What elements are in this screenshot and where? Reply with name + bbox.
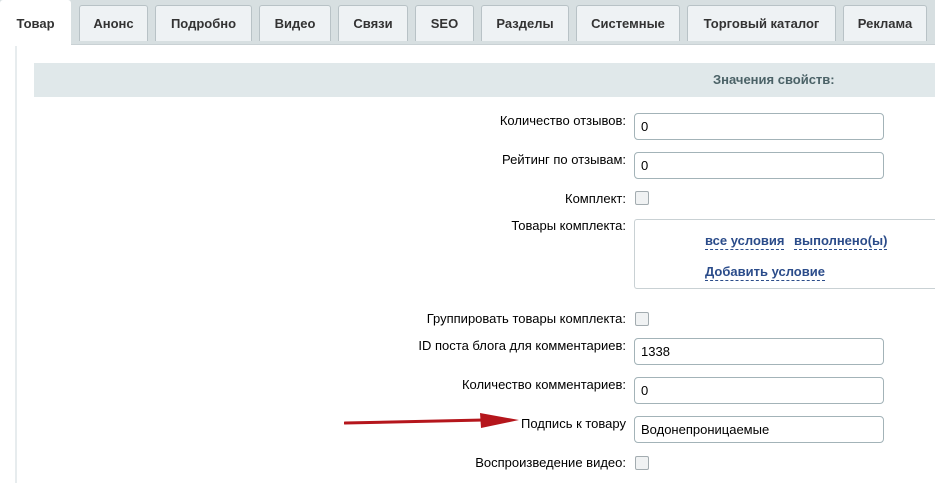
tab-label: Связи <box>353 16 393 31</box>
tab-product[interactable]: Товар <box>0 0 71 46</box>
blog-post-id-label: ID поста блога для комментариев: <box>418 338 626 353</box>
reviews-rating-input[interactable] <box>634 152 884 179</box>
tab-label: Видео <box>274 16 316 31</box>
all-conditions-link[interactable]: все условия <box>705 233 785 250</box>
tab-label: Системные <box>591 16 665 31</box>
set-checkbox[interactable] <box>635 191 649 205</box>
tab-bar: Товар Анонс Подробно Видео Связи SEO Раз… <box>0 0 935 46</box>
tab-system[interactable]: Системные <box>576 5 680 41</box>
video-autoplay-checkbox[interactable] <box>635 456 649 470</box>
tab-label: Товар <box>16 16 55 31</box>
product-caption-input[interactable] <box>634 416 884 443</box>
section-title: Значения свойств: <box>713 72 835 87</box>
tab-label: Анонс <box>93 16 134 31</box>
section-header: Значения свойств: <box>34 63 935 97</box>
set-products-label: Товары комплекта: <box>511 218 626 233</box>
fulfilled-link[interactable]: выполнено(ы) <box>794 233 888 250</box>
tab-advertising[interactable]: Реклама <box>843 5 927 41</box>
comments-count-input[interactable] <box>634 377 884 404</box>
reviews-rating-label: Рейтинг по отзывам: <box>502 152 626 167</box>
tab-details[interactable]: Подробно <box>155 5 252 41</box>
tab-label: Торговый каталог <box>703 16 820 31</box>
blog-post-id-input[interactable] <box>634 338 884 365</box>
tab-announce[interactable]: Анонс <box>79 5 148 41</box>
content-left-border <box>15 45 17 483</box>
product-caption-label: Подпись к товару <box>521 416 626 431</box>
reviews-count-input[interactable] <box>634 113 884 140</box>
tab-sections[interactable]: Разделы <box>481 5 569 41</box>
tab-trade-catalog[interactable]: Торговый каталог <box>687 5 836 41</box>
video-autoplay-label: Воспроизведение видео: <box>475 455 626 470</box>
tab-label: Подробно <box>170 16 237 31</box>
reviews-count-label: Количество отзывов: <box>499 113 626 128</box>
tab-links[interactable]: Связи <box>338 5 408 41</box>
set-products-conditions-box: все условия выполнено(ы) Добавить услови… <box>634 219 935 289</box>
add-condition-link[interactable]: Добавить условие <box>705 264 825 281</box>
comments-count-label: Количество комментариев: <box>461 377 626 392</box>
tab-label: SEO <box>430 16 459 31</box>
tab-label: Реклама <box>857 16 913 31</box>
red-arrow-icon <box>344 413 519 428</box>
group-set-checkbox[interactable] <box>635 312 649 326</box>
tab-video[interactable]: Видео <box>259 5 331 41</box>
group-set-label: Группировать товары комплекта: <box>426 311 626 326</box>
tab-seo[interactable]: SEO <box>415 5 474 41</box>
set-label: Комплект: <box>565 191 626 206</box>
tab-label: Разделы <box>496 16 554 31</box>
